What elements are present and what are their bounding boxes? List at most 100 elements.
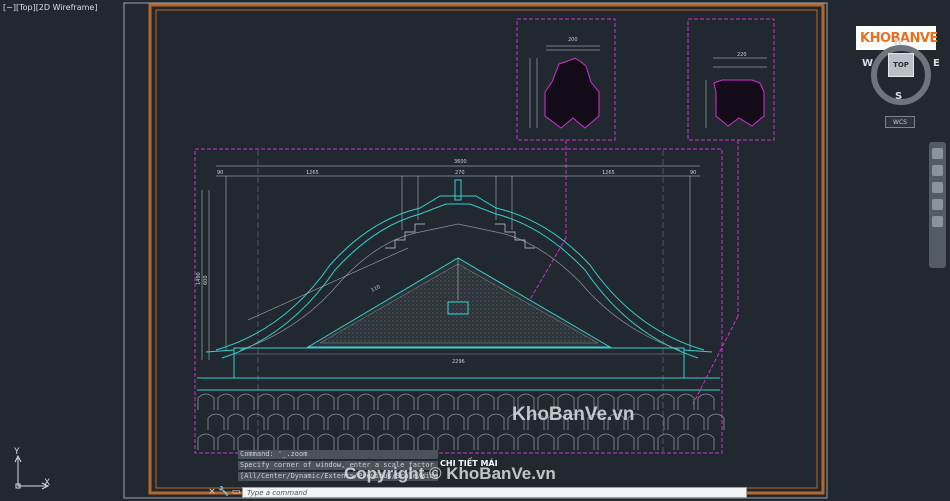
roof-tile	[397, 393, 415, 410]
ridge-steps	[385, 223, 535, 249]
ucs-y-label: Y	[14, 447, 20, 457]
detail-2-width: 220	[737, 52, 747, 58]
roof-tile	[237, 433, 255, 450]
roof-tile	[687, 413, 705, 430]
command-input[interactable]: Type a command	[242, 486, 747, 498]
roof-tile	[557, 433, 575, 450]
roof-tile	[207, 413, 225, 430]
detail-1-width: 200	[568, 37, 578, 43]
compass-south[interactable]: S	[895, 91, 902, 102]
roof-tile	[447, 413, 465, 430]
dim-right-90: 90	[690, 170, 696, 176]
roof-tile	[617, 433, 635, 450]
roof-tile	[287, 413, 305, 430]
roof-tile	[307, 413, 325, 430]
roof-tile	[657, 433, 675, 450]
left-dim-1490: 1490	[196, 272, 202, 285]
roof-tile	[387, 413, 405, 430]
roof-tile	[637, 433, 655, 450]
roof-tile	[667, 413, 685, 430]
view-cube-top-face[interactable]: TOP	[888, 53, 914, 77]
roof-tile	[267, 413, 285, 430]
roof-tile	[237, 393, 255, 410]
base-width-dim: 2296	[452, 359, 465, 365]
roof-tile	[317, 433, 335, 450]
roof-tile	[457, 393, 475, 410]
roof-tile	[497, 433, 515, 450]
roof-tile	[407, 413, 425, 430]
roof-tile	[427, 413, 445, 430]
roof-tile	[597, 433, 615, 450]
roof-tile	[457, 433, 475, 450]
roof-tile	[437, 433, 455, 450]
compass-west[interactable]: W	[862, 58, 873, 69]
detail-1-leader-2	[524, 237, 567, 309]
full-navigation-wheel-icon[interactable]	[932, 148, 943, 159]
orbit-icon[interactable]	[932, 199, 943, 210]
roof-tile	[377, 393, 395, 410]
roof-tile	[247, 413, 265, 430]
wcs-menu[interactable]: WCS	[885, 116, 915, 128]
roof-tile	[217, 433, 235, 450]
close-icon[interactable]: ×	[206, 486, 218, 498]
roof-tile	[517, 433, 535, 450]
roof-tile	[297, 393, 315, 410]
detail-2-shape	[713, 79, 765, 127]
roof-tile	[217, 393, 235, 410]
roof-tile	[277, 393, 295, 410]
roof-tile	[397, 433, 415, 450]
roof-tile	[347, 413, 365, 430]
command-prompt-icon[interactable]: ▭	[230, 486, 242, 498]
roof-tile	[197, 393, 215, 410]
roof-tile	[297, 433, 315, 450]
roof-tile	[317, 393, 335, 410]
roof-tile	[337, 393, 355, 410]
roof-tile	[437, 393, 455, 410]
dim-left-1265: 1265	[306, 170, 319, 176]
wrench-icon[interactable]: 🔧	[218, 486, 230, 498]
drawing-canvas[interactable]: 200 220 3600 1265 1265 270 90 90 1490 60	[0, 0, 950, 501]
roof-tile	[197, 433, 215, 450]
slope-dim: 110	[370, 284, 381, 294]
roof-tile	[257, 433, 275, 450]
detail-2-leader-2	[692, 315, 739, 405]
roof-tile	[677, 393, 695, 410]
roof-tile	[367, 413, 385, 430]
zoom-icon[interactable]	[932, 182, 943, 193]
left-dim-600: 600	[203, 275, 209, 285]
dim-center-270: 270	[455, 170, 465, 176]
roof-tile	[417, 433, 435, 450]
showmotion-icon[interactable]	[932, 216, 943, 227]
roof-tile	[357, 433, 375, 450]
tile-row	[197, 393, 725, 450]
roof-tile	[417, 393, 435, 410]
compass-north[interactable]: N	[894, 37, 902, 48]
roof-tile	[337, 433, 355, 450]
compass-east[interactable]: E	[933, 58, 940, 69]
roof-tile	[477, 433, 495, 450]
command-line[interactable]: × 🔧 ▭ Type a command	[206, 486, 747, 498]
left-dimensions	[201, 190, 210, 360]
roof-tile	[357, 393, 375, 410]
roof-tile	[677, 433, 695, 450]
roof-tile	[637, 393, 655, 410]
watermark-center: KhoBanVe.vn	[512, 404, 635, 425]
roof-tile	[487, 413, 505, 430]
roof-tile	[647, 413, 665, 430]
roof-tile	[227, 413, 245, 430]
roof-tile	[537, 433, 555, 450]
roof-tile	[697, 433, 715, 450]
roof-tile	[577, 433, 595, 450]
navigation-bar[interactable]	[929, 142, 946, 268]
watermark-copyright: Copyright © KhoBanVe.vn	[344, 464, 556, 483]
roof-tiles	[197, 377, 720, 391]
pan-icon[interactable]	[932, 165, 943, 176]
dim-left-90: 90	[217, 170, 223, 176]
roof-tile	[697, 393, 715, 410]
roof-tile	[327, 413, 345, 430]
roof-tile	[467, 413, 485, 430]
roof-tile	[377, 433, 395, 450]
total-width-dim: 3600	[454, 159, 467, 165]
command-history-line: Command: '_.zoom	[238, 450, 438, 459]
ucs-x-label: X	[44, 478, 51, 488]
